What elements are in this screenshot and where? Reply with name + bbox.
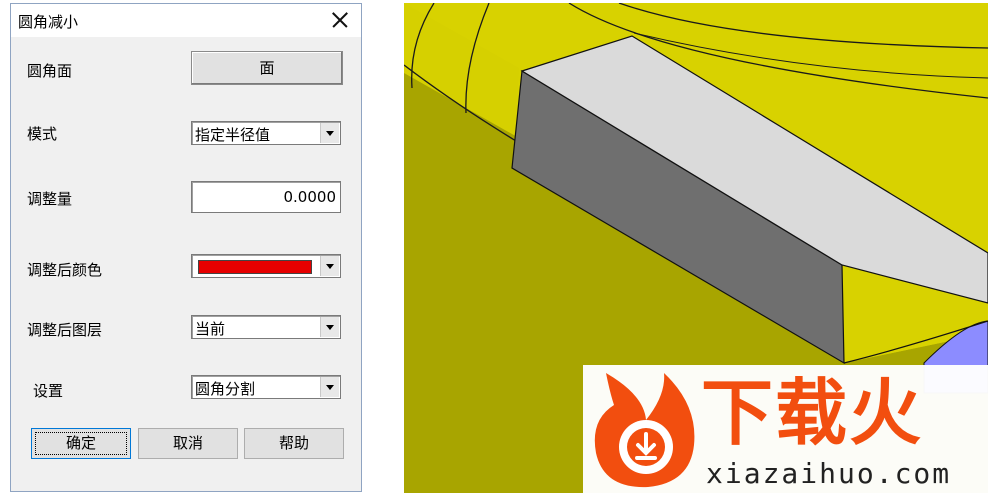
color-label: 调整后颜色 — [27, 261, 103, 279]
layer-select[interactable]: 当前 — [191, 315, 341, 339]
settings-select-value: 圆角分割 — [195, 380, 256, 398]
settings-select[interactable]: 圆角分割 — [191, 375, 341, 399]
chevron-down-icon[interactable] — [320, 317, 339, 337]
dialog-titlebar: 圆角减小 — [11, 4, 361, 37]
chevron-down-icon[interactable] — [320, 256, 339, 276]
color-select[interactable] — [191, 254, 341, 278]
amount-label: 调整量 — [27, 190, 73, 208]
layer-select-value: 当前 — [195, 320, 226, 338]
layer-label: 调整后图层 — [27, 321, 103, 339]
ok-button[interactable]: 确定 — [31, 428, 131, 459]
cancel-button[interactable]: 取消 — [138, 428, 238, 459]
chevron-down-icon[interactable] — [320, 377, 339, 397]
watermark: 下载火 xiazaihuo.com — [583, 365, 988, 494]
dialog-title: 圆角减小 — [18, 13, 79, 31]
mode-select-value: 指定半径值 — [195, 126, 271, 144]
amount-field[interactable] — [194, 186, 338, 208]
chevron-down-icon[interactable] — [320, 123, 339, 143]
mode-select[interactable]: 指定半径值 — [191, 121, 341, 145]
select-face-button[interactable]: 面 — [191, 51, 343, 85]
settings-label: 设置 — [33, 382, 64, 400]
watermark-brand: 下载火 — [701, 371, 924, 455]
close-icon[interactable] — [329, 9, 351, 31]
face-label: 圆角面 — [27, 62, 73, 80]
watermark-url: xiazaihuo.com — [706, 457, 952, 490]
fire-logo-icon — [594, 373, 695, 488]
mode-label: 模式 — [27, 125, 58, 143]
color-swatch — [198, 260, 312, 274]
fillet-reduce-dialog: 圆角减小 圆角面 面 模式 指定半径值 调整量 调整后颜色 调整后图层 当前 设… — [10, 3, 362, 492]
help-button[interactable]: 帮助 — [244, 428, 344, 459]
amount-field-box — [191, 181, 341, 213]
